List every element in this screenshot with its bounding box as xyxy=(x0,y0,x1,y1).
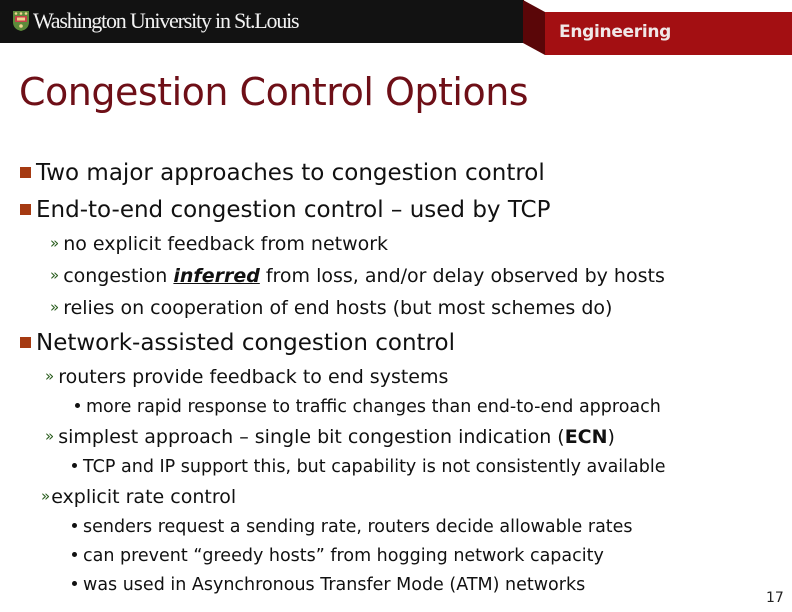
emphasis-text: inferred xyxy=(173,265,260,287)
dot-bullet-icon xyxy=(72,581,77,586)
double-chevron-icon: » xyxy=(50,234,60,252)
double-chevron-icon: » xyxy=(50,266,60,284)
bullet-item: Two major approaches to congestion contr… xyxy=(20,160,545,186)
double-chevron-icon: » xyxy=(45,367,55,385)
square-bullet-icon xyxy=(20,337,31,348)
bullet-item: Network-assisted congestion control xyxy=(20,330,455,356)
bullet-item: End-to-end congestion control – used by … xyxy=(20,197,550,223)
university-shield-icon xyxy=(13,11,29,31)
dot-bullet-icon xyxy=(72,552,77,557)
sub-sub-bullet-item: can prevent “greedy hosts” from hogging … xyxy=(72,546,604,566)
double-chevron-icon: » xyxy=(45,427,55,445)
sub-sub-bullet-item: TCP and IP support this, but capability … xyxy=(72,457,665,477)
slide-title: Congestion Control Options xyxy=(19,70,529,114)
square-bullet-icon xyxy=(20,204,31,215)
sub-bullet-item: » routers provide feedback to end systems xyxy=(45,366,449,388)
sub-bullet-item: »explicit rate control xyxy=(41,486,237,508)
emphasis-text: ECN xyxy=(564,426,608,448)
sub-sub-bullet-item: was used in Asynchronous Transfer Mode (… xyxy=(72,575,585,595)
dot-bullet-icon xyxy=(75,403,80,408)
sub-bullet-item: » no explicit feedback from network xyxy=(50,233,389,255)
sub-bullet-item: » congestion inferred from loss, and/or d… xyxy=(50,265,665,287)
double-chevron-icon: » xyxy=(50,298,60,316)
dot-bullet-icon xyxy=(72,463,77,468)
page-number: 17 xyxy=(766,590,784,606)
double-chevron-icon: » xyxy=(41,487,51,505)
dot-bullet-icon xyxy=(72,523,77,528)
university-logo: Washington University in St.Louis xyxy=(12,8,300,33)
sub-bullet-item: » relies on cooperation of end hosts (but… xyxy=(50,297,613,319)
sub-sub-bullet-item: more rapid response to traffic changes t… xyxy=(75,397,661,417)
sub-bullet-item: » simplest approach – single bit congesti… xyxy=(45,426,615,448)
square-bullet-icon xyxy=(20,167,31,178)
university-name: Washington University in St.Louis xyxy=(33,8,300,33)
sub-sub-bullet-item: senders request a sending rate, routers … xyxy=(72,517,633,537)
school-name: Engineering xyxy=(559,22,672,42)
